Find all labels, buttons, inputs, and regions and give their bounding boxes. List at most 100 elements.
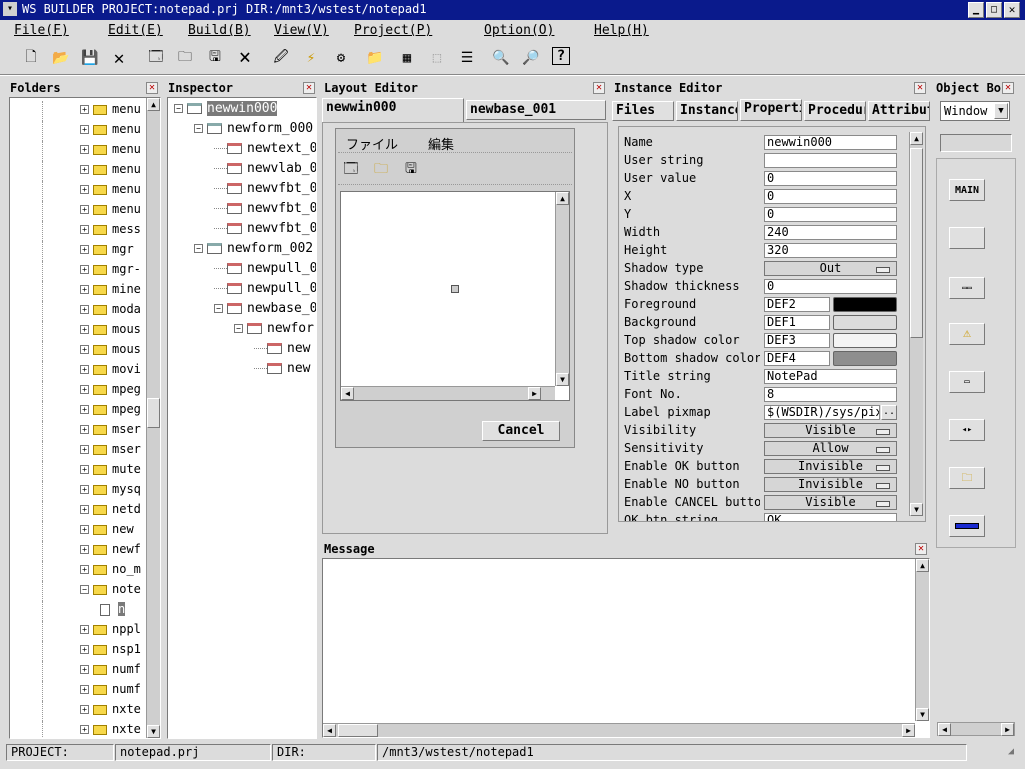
expand-icon[interactable]: + — [80, 165, 89, 174]
property-value-field[interactable] — [764, 153, 897, 168]
property-value-field[interactable]: newwin000 — [764, 135, 897, 150]
expand-icon[interactable]: + — [80, 645, 89, 654]
spin-widget-button[interactable]: ◂▸ — [949, 419, 985, 441]
property-value-field[interactable]: 0 — [764, 279, 897, 294]
design-scroll-left-icon[interactable]: ◀ — [341, 387, 354, 400]
objectbox-hscroll[interactable]: ◀ ▶ — [937, 722, 1015, 736]
menu-item-4[interactable]: Project(P) — [354, 23, 432, 38]
scroll-down-icon[interactable]: ▼ — [147, 725, 160, 738]
minimize-button[interactable]: ▁ — [968, 2, 984, 18]
message-area[interactable]: ▲ ▼ ◀ ▶ — [322, 558, 930, 738]
property-value-field[interactable]: $(WSDIR)/sys/pixm — [764, 405, 880, 420]
property-value-field[interactable]: NotePad — [764, 369, 897, 384]
property-value-field[interactable]: 0 — [764, 207, 897, 222]
save-icon[interactable]: 💾 — [79, 47, 101, 69]
text-field-widget-button[interactable]: ▭ — [949, 371, 985, 393]
build-all-icon[interactable]: ⚙ — [330, 47, 352, 69]
property-scrollbar[interactable]: ▲ ▼ — [909, 132, 923, 516]
inspector-node[interactable]: new — [254, 361, 310, 376]
progress-widget-button[interactable] — [949, 515, 985, 537]
expand-icon[interactable]: + — [80, 465, 89, 474]
inspector-node[interactable]: newpull_0 — [214, 281, 316, 296]
menu-item-5[interactable]: Option(O) — [484, 23, 554, 38]
expand-icon[interactable]: + — [80, 205, 89, 214]
design-text-area[interactable]: ▲ ▼ ◀ ▶ — [340, 191, 570, 401]
inspector-node[interactable]: newtext_0 — [214, 141, 316, 156]
design-scroll-down-icon[interactable]: ▼ — [556, 373, 569, 386]
chevron-down-icon[interactable]: ▼ — [994, 103, 1008, 119]
design-window[interactable]: ファイル 編集 🗔 🗀 🖫 ▲ ▼ ◀ ▶ Cancel — [335, 128, 575, 448]
tab-instance[interactable]: Instance — [676, 101, 738, 121]
tab-newwin000[interactable]: newwin000 — [322, 98, 464, 122]
preview-icon[interactable]: 🔍 — [490, 47, 512, 69]
design-scroll-up-icon[interactable]: ▲ — [556, 192, 569, 205]
inspector-node[interactable]: − newform_000 — [194, 121, 313, 136]
inspector-node[interactable]: new — [254, 341, 310, 356]
inspector-node[interactable]: − newbase_0 — [214, 301, 316, 316]
property-scroll-thumb[interactable] — [910, 148, 923, 338]
edit-window-icon[interactable]: 🖉 — [270, 47, 292, 69]
color-swatch[interactable] — [833, 333, 897, 348]
property-value-field[interactable]: DEF3 — [764, 333, 830, 348]
message-vscroll[interactable]: ▲ ▼ — [915, 559, 929, 721]
property-value-field[interactable]: DEF4 — [764, 351, 830, 366]
inspector-node[interactable]: − newfor — [234, 321, 314, 336]
delete-icon[interactable]: ✕ — [108, 47, 130, 69]
build-icon[interactable]: ⚡ — [300, 47, 322, 69]
expand-icon[interactable]: + — [80, 685, 89, 694]
property-value-select[interactable]: Invisible — [764, 477, 897, 492]
expand-icon[interactable]: + — [80, 705, 89, 714]
grid-icon[interactable]: ▦ — [396, 47, 418, 69]
folders-close-icon[interactable]: ✕ — [146, 82, 158, 94]
color-swatch[interactable] — [833, 315, 897, 330]
inspector-close-icon[interactable]: ✕ — [303, 82, 315, 94]
design-new-icon[interactable]: 🗔 — [340, 159, 362, 181]
tab-properti[interactable]: Properti — [740, 99, 802, 121]
inspector-node[interactable]: newvlab_0 — [214, 161, 316, 176]
tab-newbase-001[interactable]: newbase_001 — [466, 100, 606, 120]
expand-icon[interactable]: + — [80, 145, 89, 154]
collapse-icon[interactable]: − — [214, 304, 223, 313]
inspector-node[interactable]: newvfbt_0 — [214, 181, 316, 196]
inspector-node[interactable]: − newwin000 — [174, 101, 278, 116]
design-save-icon[interactable]: 🖫 — [400, 159, 422, 181]
resize-grip-icon[interactable]: ◢ — [1008, 746, 1022, 760]
dialog-widget-button[interactable]: ▭▭ — [949, 277, 985, 299]
new-project-icon[interactable]: 🗔 — [145, 47, 167, 69]
inspector-node[interactable]: newvfbt_0 — [214, 201, 316, 216]
print-preview-icon[interactable]: 🔎 — [520, 47, 542, 69]
menu-item-0[interactable]: File(F) — [14, 23, 69, 38]
instance-close-icon[interactable]: ✕ — [914, 82, 926, 94]
property-value-field[interactable]: 0 — [764, 189, 897, 204]
inspector-node[interactable]: newvfbt_0 — [214, 221, 316, 236]
expand-icon[interactable]: + — [80, 525, 89, 534]
property-value-field[interactable]: OK — [764, 513, 897, 521]
expand-icon[interactable]: + — [80, 385, 89, 394]
new-file-icon[interactable]: 🗋 — [20, 47, 42, 69]
objectbox-close-icon[interactable]: ✕ — [1002, 82, 1014, 94]
expand-icon[interactable]: + — [80, 345, 89, 354]
menu-item-1[interactable]: Edit(E) — [108, 23, 163, 38]
message-hscroll[interactable]: ◀ ▶ — [323, 723, 915, 737]
objectbox-scroll-right-icon[interactable]: ▶ — [1001, 723, 1014, 736]
collapse-icon[interactable]: − — [80, 585, 89, 594]
property-value-field[interactable]: DEF1 — [764, 315, 830, 330]
expand-icon[interactable]: + — [80, 485, 89, 494]
design-open-icon[interactable]: 🗀 — [370, 159, 392, 181]
expand-icon[interactable]: + — [80, 305, 89, 314]
design-text-vscroll[interactable]: ▲ ▼ — [555, 192, 569, 386]
warning-widget-icon[interactable]: ⚠ — [949, 323, 985, 345]
collapse-icon[interactable]: − — [194, 244, 203, 253]
property-value-select[interactable]: Out — [764, 261, 897, 276]
close-project-icon[interactable]: 🗙 — [234, 47, 256, 69]
property-scroll-down-icon[interactable]: ▼ — [910, 503, 923, 516]
expand-icon[interactable]: + — [80, 625, 89, 634]
property-value-field[interactable]: DEF2 — [764, 297, 830, 312]
property-value-field[interactable]: 320 — [764, 243, 897, 258]
design-text-hscroll[interactable]: ◀ ▶ — [341, 386, 555, 400]
maximize-button[interactable]: □ — [986, 2, 1002, 18]
inspector-node[interactable]: newpull_0 — [214, 261, 316, 276]
expand-icon[interactable]: + — [80, 665, 89, 674]
selection-handle[interactable] — [451, 285, 459, 293]
expand-icon[interactable]: + — [80, 285, 89, 294]
